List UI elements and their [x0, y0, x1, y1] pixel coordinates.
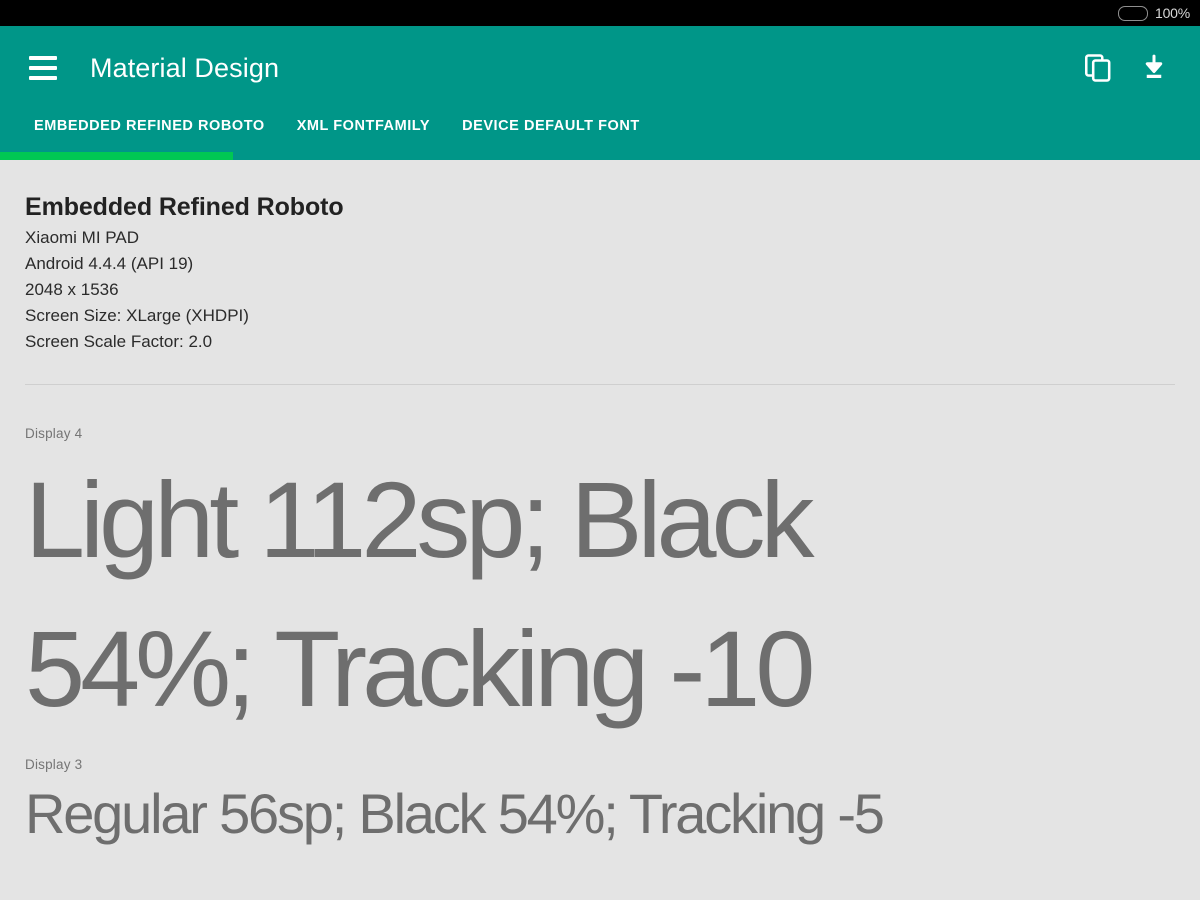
battery-full-icon — [1117, 5, 1148, 21]
section-divider — [25, 384, 1175, 385]
style-label-display-4: Display 4 — [25, 426, 83, 441]
tab-xml-fontfamily[interactable]: XML FONTFAMILY — [281, 110, 446, 135]
hamburger-menu-icon[interactable] — [18, 43, 68, 93]
spec-title: Embedded Refined Roboto — [25, 193, 344, 221]
battery-percent-label: 100% — [1154, 5, 1190, 21]
spec-os-line: Android 4.4.4 (API 19) — [25, 254, 194, 273]
sample-text-display-4-line-1: Light 112sp; Black — [25, 459, 815, 580]
spec-screensize-line: Screen Size: XLarge (XHDPI) — [25, 306, 249, 325]
content-area: Embedded Refined Roboto Xiaomi MI PAD An… — [0, 160, 1200, 900]
spec-scalefactor-line: Screen Scale Factor: 2.0 — [25, 332, 213, 351]
app-bar: Material Design — [0, 26, 1200, 110]
system-status-bar: 100% — [0, 0, 1200, 26]
download-icon — [1145, 54, 1163, 78]
battery-status: 100% — [1117, 5, 1190, 21]
tab-bar: EMBEDDED REFINED ROBOTO XML FONTFAMILY D… — [0, 110, 1200, 160]
tab-active-indicator — [0, 152, 233, 160]
sample-text-display-4-line-2: 54%; Tracking -10 — [25, 608, 815, 730]
content-copy-icon — [1085, 54, 1111, 82]
spec-device-line: Xiaomi MI PAD — [25, 228, 139, 247]
page-title: Material Design — [90, 52, 280, 83]
sample-text-display-3: Regular 56sp; Black 54%; Tracking -5 — [25, 782, 885, 846]
style-label-display-3: Display 3 — [25, 757, 83, 773]
download-action[interactable] — [1126, 40, 1182, 96]
tab-device-default-font[interactable]: DEVICE DEFAULT FONT — [446, 110, 656, 135]
spec-resolution-line: 2048 x 1536 — [25, 280, 119, 299]
tab-embedded-refined-roboto[interactable]: EMBEDDED REFINED ROBOTO — [18, 110, 281, 135]
copy-action[interactable] — [1070, 40, 1126, 96]
